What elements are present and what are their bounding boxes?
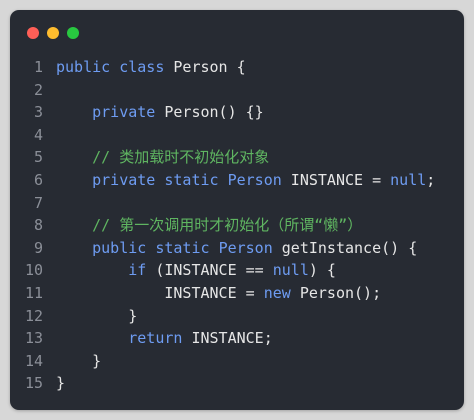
code-text: public static Person getInstance() { xyxy=(56,237,417,260)
code-line: 5 // 类加载时不初始化对象 xyxy=(10,146,464,169)
code-token-keyword: new xyxy=(263,283,291,302)
code-token-comment: // 第一次调用时才初始化（所谓“懒”） xyxy=(92,216,363,235)
maximize-button[interactable] xyxy=(67,27,79,39)
code-token-plain: } xyxy=(56,351,102,370)
line-number: 15 xyxy=(24,374,43,393)
code-token-keyword: static xyxy=(164,170,219,189)
code-token-literal: null xyxy=(390,170,427,189)
code-line: 13 return INSTANCE; xyxy=(10,327,464,350)
code-text: } xyxy=(56,372,65,395)
line-number: 2 xyxy=(33,80,43,99)
code-line: 4 xyxy=(10,124,464,147)
code-token-keyword: if xyxy=(128,261,147,280)
code-token-plain: (INSTANCE == xyxy=(146,261,273,280)
code-token-plain: } xyxy=(56,374,66,393)
line-number: 13 xyxy=(24,329,43,348)
code-text: public class Person { xyxy=(56,56,246,79)
code-token-plain: INSTANCE = xyxy=(56,283,264,302)
code-line: 11 INSTANCE = new Person(); xyxy=(10,282,464,305)
code-token-keyword: private xyxy=(92,170,156,189)
line-number: 14 xyxy=(24,351,43,370)
code-text: // 第一次调用时才初始化（所谓“懒”） xyxy=(56,214,362,237)
line-number: 12 xyxy=(24,306,43,325)
close-button[interactable] xyxy=(27,27,39,39)
code-line: 14 } xyxy=(10,350,464,373)
code-line: 3 private Person() {} xyxy=(10,101,464,124)
code-token-plain: Person(); xyxy=(290,283,382,302)
code-line: 8 // 第一次调用时才初始化（所谓“懒”） xyxy=(10,214,464,237)
line-number: 5 xyxy=(33,148,43,167)
code-text: private static Person INSTANCE = null; xyxy=(56,169,435,192)
code-token-keyword: static xyxy=(155,238,210,257)
window-titlebar xyxy=(10,10,464,56)
code-editor[interactable]: 1 public class Person {2 3 private Person(… xyxy=(10,56,464,395)
line-number: 6 xyxy=(33,170,43,189)
code-line: 15} xyxy=(10,372,464,395)
code-text: if (INSTANCE == null) { xyxy=(56,259,336,282)
code-token-comment: // 类加载时不初始化对象 xyxy=(92,148,270,167)
code-token-keyword: public xyxy=(92,238,147,257)
line-number: 7 xyxy=(33,193,43,212)
code-text: // 类加载时不初始化对象 xyxy=(56,146,269,169)
line-number: 10 xyxy=(24,261,43,280)
code-token-plain: Person { xyxy=(164,58,246,76)
code-token-keyword: private xyxy=(92,103,156,122)
line-number: 11 xyxy=(24,283,43,302)
code-token-keyword: Person xyxy=(218,238,273,257)
code-line: 2 xyxy=(10,79,464,102)
code-line: 7 xyxy=(10,192,464,215)
code-text: private Person() {} xyxy=(56,101,264,124)
code-text: INSTANCE = new Person(); xyxy=(56,282,381,305)
code-token-plain: ; xyxy=(426,170,436,189)
code-window: 1 public class Person {2 3 private Person(… xyxy=(10,10,464,410)
minimize-button[interactable] xyxy=(47,27,59,39)
code-token-plain: Person() {} xyxy=(155,103,264,122)
code-token-keyword: Person xyxy=(227,170,282,189)
code-token-keyword: public xyxy=(56,58,111,76)
code-token-plain: ) { xyxy=(308,261,336,280)
line-number: 4 xyxy=(33,125,43,144)
code-text: } xyxy=(56,305,137,328)
line-number: 9 xyxy=(33,238,43,257)
code-token-keyword: class xyxy=(119,58,165,76)
code-line: 12 } xyxy=(10,305,464,328)
code-line: 1 public class Person { xyxy=(10,56,464,79)
code-token-plain: getInstance() { xyxy=(272,238,418,257)
code-token-literal: null xyxy=(272,261,309,280)
code-line: 6 private static Person INSTANCE = null; xyxy=(10,169,464,192)
line-number: 8 xyxy=(33,216,43,235)
code-line: 9 public static Person getInstance() { xyxy=(10,237,464,260)
code-text: } xyxy=(56,350,101,373)
code-token-plain: INSTANCE; xyxy=(182,329,273,348)
code-line: 10 if (INSTANCE == null) { xyxy=(10,259,464,282)
code-token-plain: } xyxy=(56,306,138,325)
code-token-keyword: return xyxy=(128,329,183,348)
code-token-plain: INSTANCE = xyxy=(281,170,391,189)
line-number: 3 xyxy=(33,103,43,122)
line-number: 1 xyxy=(33,58,43,76)
code-text: return INSTANCE; xyxy=(56,327,273,350)
